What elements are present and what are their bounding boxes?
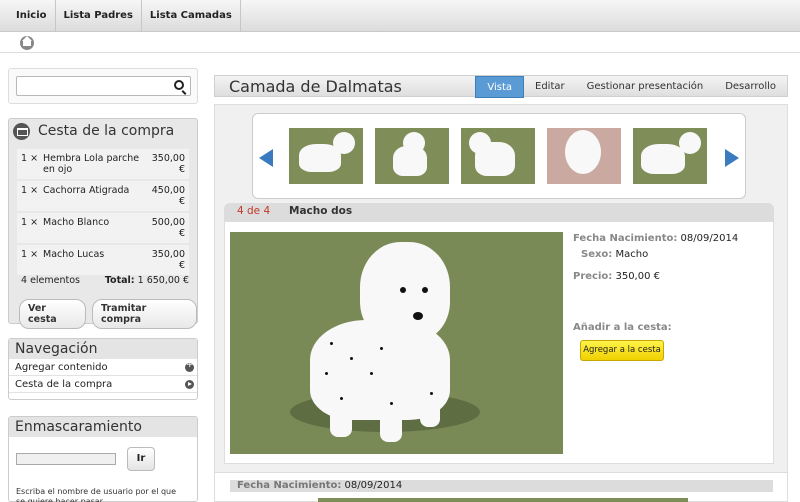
cart-item-qty: 1 ×: [21, 249, 39, 260]
cart-item-name: Macho Blanco: [43, 217, 110, 228]
page-title: Camada de Dalmatas: [229, 77, 402, 96]
thumbnail-image[interactable]: [289, 128, 363, 184]
cart-total: Total: 1 650,00 €: [105, 275, 189, 286]
search-icon[interactable]: [174, 80, 184, 90]
cart-item-qty: 1 ×: [21, 185, 39, 196]
cart-item-price: 450,00 €: [151, 185, 185, 207]
cart-item-name: Macho Lucas: [43, 249, 105, 260]
nav-lista-padres[interactable]: Lista Padres: [56, 0, 142, 32]
masquerade-hint: Escriba el nombre de usuario por el que …: [16, 487, 177, 502]
navigation-title: Navegación: [9, 339, 197, 359]
sex-label: Sexo:: [581, 249, 613, 260]
detail-header: 4 de 4 Macho dos: [224, 203, 774, 221]
cart-title: Cesta de la compra: [38, 123, 175, 139]
lower-birth-label: Fecha Nacimiento:: [237, 480, 342, 491]
search-input[interactable]: [16, 76, 191, 96]
thumbnail-image[interactable]: [547, 128, 621, 184]
masquerade-title: Enmascaramiento: [9, 417, 197, 437]
thumbnail-image[interactable]: [633, 128, 707, 184]
search-block: [8, 68, 198, 104]
price-value: 350,00 €: [615, 271, 660, 282]
thumbnail-image[interactable]: [375, 128, 449, 184]
cart-item: 1 × Hembra Lola parche en ojo 350,00 €: [17, 149, 189, 179]
nav-link-label: Cesta de la compra: [15, 378, 113, 390]
tab-gestionar-presentacion[interactable]: Gestionar presentación: [576, 76, 715, 98]
cart-items: 1 × Hembra Lola parche en ojo 350,00 € 1…: [17, 149, 189, 275]
masquerade-input[interactable]: [16, 453, 116, 465]
main-menu: Inicio Lista Padres Lista Camadas: [0, 0, 800, 32]
cart-item: 1 × Cachorra Atigrada 450,00 €: [17, 181, 189, 211]
price-label: Precio:: [573, 271, 613, 282]
item-name: Macho dos: [289, 205, 353, 217]
cart-total-value: 1 650,00 €: [137, 275, 189, 286]
cart-item-name: Hembra Lola parche en ojo: [43, 153, 140, 175]
thumbnail-image[interactable]: [461, 128, 535, 184]
birth-value: 08/09/2014: [680, 233, 739, 244]
chevron-right-icon: [185, 379, 194, 389]
masquerade-block: Enmascaramiento Ir Escriba el nombre de …: [8, 416, 198, 502]
nav-link-add-content[interactable]: Agregar contenido: [9, 359, 197, 376]
shopping-cart-block: Cesta de la compra 1 × Hembra Lola parch…: [8, 118, 198, 329]
item-info: Fecha Nacimiento: 08/09/2014 Sexo: Macho…: [573, 231, 738, 285]
cart-item-price: 350,00 €: [151, 153, 185, 175]
checkout-button[interactable]: Tramitar compra: [92, 299, 197, 329]
view-cart-button[interactable]: Ver cesta: [19, 299, 87, 329]
arrow-left-icon[interactable]: [259, 149, 273, 167]
cart-item-name: Cachorra Atigrada: [43, 185, 130, 196]
add-to-cart-button[interactable]: Agregar a la cesta: [580, 340, 664, 361]
cart-total-label: Total:: [104, 275, 135, 286]
page-tabs: Vista Editar Gestionar presentación Desa…: [475, 76, 787, 98]
cart-item: 1 × Macho Lucas 350,00 €: [17, 245, 189, 275]
sex-value: Macho: [615, 249, 649, 260]
cart-item: 1 × Macho Blanco 500,00 €: [17, 213, 189, 243]
page-title-bar: Camada de Dalmatas Vista Editar Gestiona…: [214, 75, 788, 98]
nav-link-label: Agregar contenido: [15, 361, 108, 373]
nav-lista-camadas[interactable]: Lista Camadas: [142, 0, 241, 32]
thumbnail-carousel: [252, 113, 746, 199]
tab-desarrollo[interactable]: Desarrollo: [714, 76, 787, 98]
cart-count: 4 elementos: [21, 275, 80, 286]
cart-item-qty: 1 ×: [21, 217, 39, 228]
tab-editar[interactable]: Editar: [524, 76, 576, 98]
cart-item-price: 350,00 €: [151, 249, 185, 271]
nav-link-cart[interactable]: Cesta de la compra: [9, 376, 197, 393]
cart-summary: 4 elementos Total: 1 650,00 €: [21, 275, 189, 286]
top-navigation-bar: Inicio Lista Padres Lista Camadas: [0, 0, 800, 32]
item-counter: 4 de 4: [237, 205, 271, 217]
home-icon[interactable]: [20, 36, 34, 50]
plus-icon: [185, 360, 194, 372]
lower-section: Fecha Nacimiento: 08/09/2014: [214, 472, 788, 502]
navigation-block: Navegación Agregar contenido Cesta de la…: [8, 338, 198, 400]
tab-vista[interactable]: Vista: [475, 76, 525, 98]
lower-photo: [318, 498, 688, 502]
cart-item-price: 500,00 €: [151, 217, 185, 239]
go-button[interactable]: Ir: [127, 447, 155, 471]
cart-header: Cesta de la compra: [9, 119, 197, 143]
puppy-photo: [230, 232, 563, 454]
add-to-cart-label: Añadir a la cesta:: [573, 322, 672, 333]
lower-info-bar: Fecha Nacimiento: 08/09/2014: [230, 480, 773, 492]
birth-label: Fecha Nacimiento:: [573, 233, 678, 244]
arrow-right-icon[interactable]: [725, 149, 739, 167]
cart-icon: [13, 122, 30, 140]
cart-item-qty: 1 ×: [21, 153, 39, 164]
nav-inicio[interactable]: Inicio: [8, 0, 56, 32]
breadcrumb: [0, 32, 800, 53]
lower-birth-value: 08/09/2014: [344, 480, 403, 491]
cart-actions: Ver cesta Tramitar compra: [19, 299, 197, 329]
